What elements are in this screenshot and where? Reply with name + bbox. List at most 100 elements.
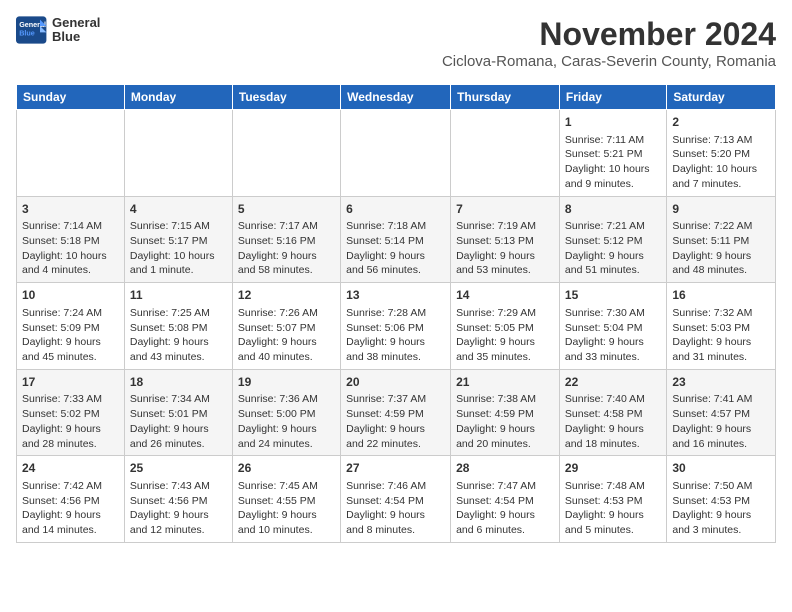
day-number: 15 bbox=[565, 287, 661, 304]
header-day-friday: Friday bbox=[559, 85, 666, 110]
week-row-1: 3Sunrise: 7:14 AM Sunset: 5:18 PM Daylig… bbox=[17, 196, 776, 283]
day-info: Sunrise: 7:14 AM Sunset: 5:18 PM Dayligh… bbox=[22, 219, 119, 278]
day-number: 11 bbox=[130, 287, 227, 304]
calendar-cell: 4Sunrise: 7:15 AM Sunset: 5:17 PM Daylig… bbox=[124, 196, 232, 283]
day-number: 26 bbox=[238, 460, 335, 477]
calendar-cell: 18Sunrise: 7:34 AM Sunset: 5:01 PM Dayli… bbox=[124, 369, 232, 456]
calendar-cell: 10 Sunrise: 7:24 AM Sunset: 5:09 PM Dayli… bbox=[17, 283, 125, 370]
calendar-cell: 23Sunrise: 7:41 AM Sunset: 4:57 PM Dayli… bbox=[667, 369, 776, 456]
calendar-cell: 11 Sunrise: 7:25 AM Sunset: 5:08 PM Dayli… bbox=[124, 283, 232, 370]
day-info: Sunrise: 7:40 AM Sunset: 4:58 PM Dayligh… bbox=[565, 392, 661, 451]
day-info: Sunrise: 7:42 AM Sunset: 4:56 PM Dayligh… bbox=[22, 479, 119, 538]
calendar-cell bbox=[17, 110, 125, 197]
day-info: Sunrise: 7:36 AM Sunset: 5:00 PM Dayligh… bbox=[238, 392, 335, 451]
header-row: SundayMondayTuesdayWednesdayThursdayFrid… bbox=[17, 85, 776, 110]
day-info: Sunrise: 7:47 AM Sunset: 4:54 PM Dayligh… bbox=[456, 479, 554, 538]
svg-text:Blue: Blue bbox=[19, 29, 35, 38]
calendar-cell: 24 Sunrise: 7:42 AM Sunset: 4:56 PM Dayli… bbox=[17, 456, 125, 543]
month-title: November 2024 bbox=[442, 16, 776, 53]
calendar-cell: 27Sunrise: 7:46 AM Sunset: 4:54 PM Dayli… bbox=[341, 456, 451, 543]
day-info: Sunrise: 7:11 AM Sunset: 5:21 PM Dayligh… bbox=[565, 133, 661, 192]
logo: General Blue General Blue bbox=[16, 16, 100, 45]
day-number: 13 bbox=[346, 287, 445, 304]
calendar-cell: 29 Sunrise: 7:48 AM Sunset: 4:53 PM Dayli… bbox=[559, 456, 666, 543]
week-row-4: 24 Sunrise: 7:42 AM Sunset: 4:56 PM Dayli… bbox=[17, 456, 776, 543]
day-info: Sunrise: 7:25 AM Sunset: 5:08 PM Dayligh… bbox=[130, 306, 227, 365]
day-number: 23 bbox=[672, 374, 770, 391]
location-title: Ciclova-Romana, Caras-Severin County, Ro… bbox=[442, 53, 776, 70]
calendar-cell: 26Sunrise: 7:45 AM Sunset: 4:55 PM Dayli… bbox=[232, 456, 340, 543]
day-number: 21 bbox=[456, 374, 554, 391]
calendar-cell: 14 Sunrise: 7:29 AM Sunset: 5:05 PM Dayli… bbox=[451, 283, 560, 370]
day-number: 7 bbox=[456, 201, 554, 218]
day-info: Sunrise: 7:13 AM Sunset: 5:20 PM Dayligh… bbox=[672, 133, 770, 192]
day-number: 28 bbox=[456, 460, 554, 477]
calendar-cell: 19Sunrise: 7:36 AM Sunset: 5:00 PM Dayli… bbox=[232, 369, 340, 456]
week-row-3: 17Sunrise: 7:33 AM Sunset: 5:02 PM Dayli… bbox=[17, 369, 776, 456]
day-number: 6 bbox=[346, 201, 445, 218]
day-info: Sunrise: 7:48 AM Sunset: 4:53 PM Dayligh… bbox=[565, 479, 661, 538]
calendar-cell: 28 Sunrise: 7:47 AM Sunset: 4:54 PM Dayli… bbox=[451, 456, 560, 543]
calendar-cell: 5Sunrise: 7:17 AM Sunset: 5:16 PM Daylig… bbox=[232, 196, 340, 283]
top-bar: General Blue General Blue November 2024 … bbox=[16, 16, 776, 78]
day-info: Sunrise: 7:29 AM Sunset: 5:05 PM Dayligh… bbox=[456, 306, 554, 365]
day-number: 9 bbox=[672, 201, 770, 218]
calendar-cell bbox=[451, 110, 560, 197]
day-number: 16 bbox=[672, 287, 770, 304]
day-number: 1 bbox=[565, 114, 661, 131]
calendar-cell: 6Sunrise: 7:18 AM Sunset: 5:14 PM Daylig… bbox=[341, 196, 451, 283]
calendar-cell: 22Sunrise: 7:40 AM Sunset: 4:58 PM Dayli… bbox=[559, 369, 666, 456]
day-info: Sunrise: 7:43 AM Sunset: 4:56 PM Dayligh… bbox=[130, 479, 227, 538]
day-number: 10 bbox=[22, 287, 119, 304]
calendar-table: SundayMondayTuesdayWednesdayThursdayFrid… bbox=[16, 84, 776, 543]
calendar-cell: 3Sunrise: 7:14 AM Sunset: 5:18 PM Daylig… bbox=[17, 196, 125, 283]
day-info: Sunrise: 7:41 AM Sunset: 4:57 PM Dayligh… bbox=[672, 392, 770, 451]
day-number: 3 bbox=[22, 201, 119, 218]
day-info: Sunrise: 7:21 AM Sunset: 5:12 PM Dayligh… bbox=[565, 219, 661, 278]
day-number: 30 bbox=[672, 460, 770, 477]
title-section: November 2024 Ciclova-Romana, Caras-Seve… bbox=[442, 16, 776, 78]
calendar-cell: 20Sunrise: 7:37 AM Sunset: 4:59 PM Dayli… bbox=[341, 369, 451, 456]
day-number: 18 bbox=[130, 374, 227, 391]
day-info: Sunrise: 7:37 AM Sunset: 4:59 PM Dayligh… bbox=[346, 392, 445, 451]
day-number: 22 bbox=[565, 374, 661, 391]
day-number: 5 bbox=[238, 201, 335, 218]
calendar-cell bbox=[124, 110, 232, 197]
calendar-cell: 13 Sunrise: 7:28 AM Sunset: 5:06 PM Dayli… bbox=[341, 283, 451, 370]
week-row-0: 1 Sunrise: 7:11 AM Sunset: 5:21 PM Daylig… bbox=[17, 110, 776, 197]
calendar-cell: 8Sunrise: 7:21 AM Sunset: 5:12 PM Daylig… bbox=[559, 196, 666, 283]
day-info: Sunrise: 7:50 AM Sunset: 4:53 PM Dayligh… bbox=[672, 479, 770, 538]
calendar-cell: 1 Sunrise: 7:11 AM Sunset: 5:21 PM Daylig… bbox=[559, 110, 666, 197]
logo-icon: General Blue bbox=[16, 16, 48, 44]
header-day-saturday: Saturday bbox=[667, 85, 776, 110]
calendar-cell: 16 Sunrise: 7:32 AM Sunset: 5:03 PM Dayli… bbox=[667, 283, 776, 370]
day-number: 14 bbox=[456, 287, 554, 304]
day-number: 4 bbox=[130, 201, 227, 218]
header-day-thursday: Thursday bbox=[451, 85, 560, 110]
header-day-sunday: Sunday bbox=[17, 85, 125, 110]
day-info: Sunrise: 7:24 AM Sunset: 5:09 PM Dayligh… bbox=[22, 306, 119, 365]
day-number: 25 bbox=[130, 460, 227, 477]
calendar-body: 1 Sunrise: 7:11 AM Sunset: 5:21 PM Daylig… bbox=[17, 110, 776, 543]
day-info: Sunrise: 7:22 AM Sunset: 5:11 PM Dayligh… bbox=[672, 219, 770, 278]
day-number: 2 bbox=[672, 114, 770, 131]
day-info: Sunrise: 7:19 AM Sunset: 5:13 PM Dayligh… bbox=[456, 219, 554, 278]
day-number: 24 bbox=[22, 460, 119, 477]
day-number: 29 bbox=[565, 460, 661, 477]
calendar-cell: 2 Sunrise: 7:13 AM Sunset: 5:20 PM Daylig… bbox=[667, 110, 776, 197]
header-day-tuesday: Tuesday bbox=[232, 85, 340, 110]
header-day-monday: Monday bbox=[124, 85, 232, 110]
day-number: 20 bbox=[346, 374, 445, 391]
day-info: Sunrise: 7:17 AM Sunset: 5:16 PM Dayligh… bbox=[238, 219, 335, 278]
day-info: Sunrise: 7:32 AM Sunset: 5:03 PM Dayligh… bbox=[672, 306, 770, 365]
calendar-cell bbox=[341, 110, 451, 197]
calendar-header: SundayMondayTuesdayWednesdayThursdayFrid… bbox=[17, 85, 776, 110]
day-info: Sunrise: 7:15 AM Sunset: 5:17 PM Dayligh… bbox=[130, 219, 227, 278]
calendar-cell: 30 Sunrise: 7:50 AM Sunset: 4:53 PM Dayli… bbox=[667, 456, 776, 543]
calendar-cell: 12Sunrise: 7:26 AM Sunset: 5:07 PM Dayli… bbox=[232, 283, 340, 370]
day-info: Sunrise: 7:26 AM Sunset: 5:07 PM Dayligh… bbox=[238, 306, 335, 365]
day-info: Sunrise: 7:28 AM Sunset: 5:06 PM Dayligh… bbox=[346, 306, 445, 365]
day-info: Sunrise: 7:33 AM Sunset: 5:02 PM Dayligh… bbox=[22, 392, 119, 451]
calendar-cell: 15Sunrise: 7:30 AM Sunset: 5:04 PM Dayli… bbox=[559, 283, 666, 370]
day-number: 27 bbox=[346, 460, 445, 477]
